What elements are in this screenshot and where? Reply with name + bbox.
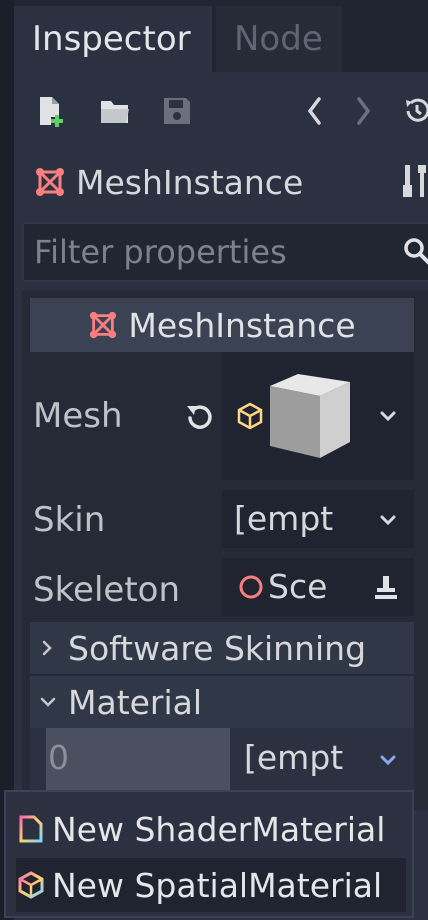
material-value: [empt (244, 738, 344, 777)
group-material-label: Material (68, 682, 203, 722)
edited-object-row[interactable]: MeshInstance (34, 158, 303, 206)
tab-node-label: Node (234, 19, 323, 59)
search-icon (404, 238, 428, 265)
mesh-dropdown-button[interactable] (378, 408, 398, 428)
mesh-instance-icon (36, 168, 64, 196)
menu-item-new-shadermaterial-label: New ShaderMaterial (52, 809, 386, 849)
menu-item-new-spatialmaterial-label: New SpatialMaterial (52, 865, 383, 905)
revert-icon (187, 405, 212, 429)
chevron-down-icon (380, 411, 396, 422)
shader-material-icon (19, 815, 43, 843)
mesh-preview-thumbnail[interactable] (268, 372, 352, 464)
scene-node-icon (239, 575, 263, 599)
dock-edge (0, 0, 14, 920)
menu-item-new-spatialmaterial[interactable]: New SpatialMaterial (16, 858, 406, 912)
new-material-popup-menu: New ShaderMaterial New SpatialMaterial (4, 790, 414, 918)
new-resource-icon (40, 97, 63, 127)
object-tools-button[interactable] (402, 163, 428, 203)
tab-inspector[interactable]: Inspector (14, 6, 212, 72)
chevron-down-icon (40, 697, 56, 707)
history-back-icon (307, 97, 321, 125)
new-resource-button[interactable] (34, 94, 68, 128)
spatial-material-icon (18, 871, 44, 899)
cube-preview-icon (270, 374, 350, 458)
cube-mesh-type-icon (236, 402, 264, 434)
edited-object-name: MeshInstance (76, 162, 304, 202)
open-resource-button[interactable] (98, 94, 132, 128)
mesh-property-label: Mesh (33, 396, 123, 436)
tab-inspector-label: Inspector (32, 19, 191, 59)
section-title: MeshInstance (128, 305, 356, 345)
save-icon (164, 98, 190, 124)
skin-value: [empt (234, 499, 334, 538)
mesh-instance-icon (90, 311, 117, 339)
skeleton-nodepath-picker[interactable]: Sce (222, 558, 414, 616)
material-resource-picker[interactable]: [empt (232, 728, 414, 790)
inspector-dock: Inspector Node MeshInstance Filter prope… (0, 0, 428, 920)
clear-icon (375, 576, 397, 599)
menu-item-new-shadermaterial[interactable]: New ShaderMaterial (16, 802, 406, 856)
history-forward-button[interactable] (346, 94, 380, 128)
skin-resource-picker[interactable]: [empt (222, 490, 414, 548)
skeleton-value: Sce (268, 567, 328, 606)
material-slot-index: 0 (46, 728, 230, 790)
material-slot-index-value: 0 (48, 738, 69, 777)
filter-properties-field (22, 222, 428, 282)
chevron-down-icon (380, 755, 396, 766)
open-folder-icon (101, 101, 129, 123)
object-history-button[interactable] (400, 94, 428, 128)
skin-property-label: Skin (33, 500, 106, 540)
chevron-down-icon (380, 515, 396, 526)
group-software-skinning-label: Software Skinning (68, 628, 367, 668)
tools-icon (403, 165, 426, 197)
object-history-icon (406, 98, 428, 122)
history-back-button[interactable] (298, 94, 332, 128)
filter-properties-input[interactable] (34, 224, 394, 280)
section-header-meshinstance: MeshInstance (30, 298, 414, 352)
history-forward-icon (357, 97, 371, 125)
revert-mesh-button[interactable] (184, 400, 216, 436)
group-software-skinning[interactable]: Software Skinning (30, 622, 414, 674)
skeleton-property-label: Skeleton (33, 570, 181, 610)
chevron-right-icon (42, 640, 52, 656)
save-resource-button[interactable] (160, 94, 194, 128)
group-material[interactable]: Material (30, 676, 414, 728)
tab-node[interactable]: Node (216, 6, 342, 72)
